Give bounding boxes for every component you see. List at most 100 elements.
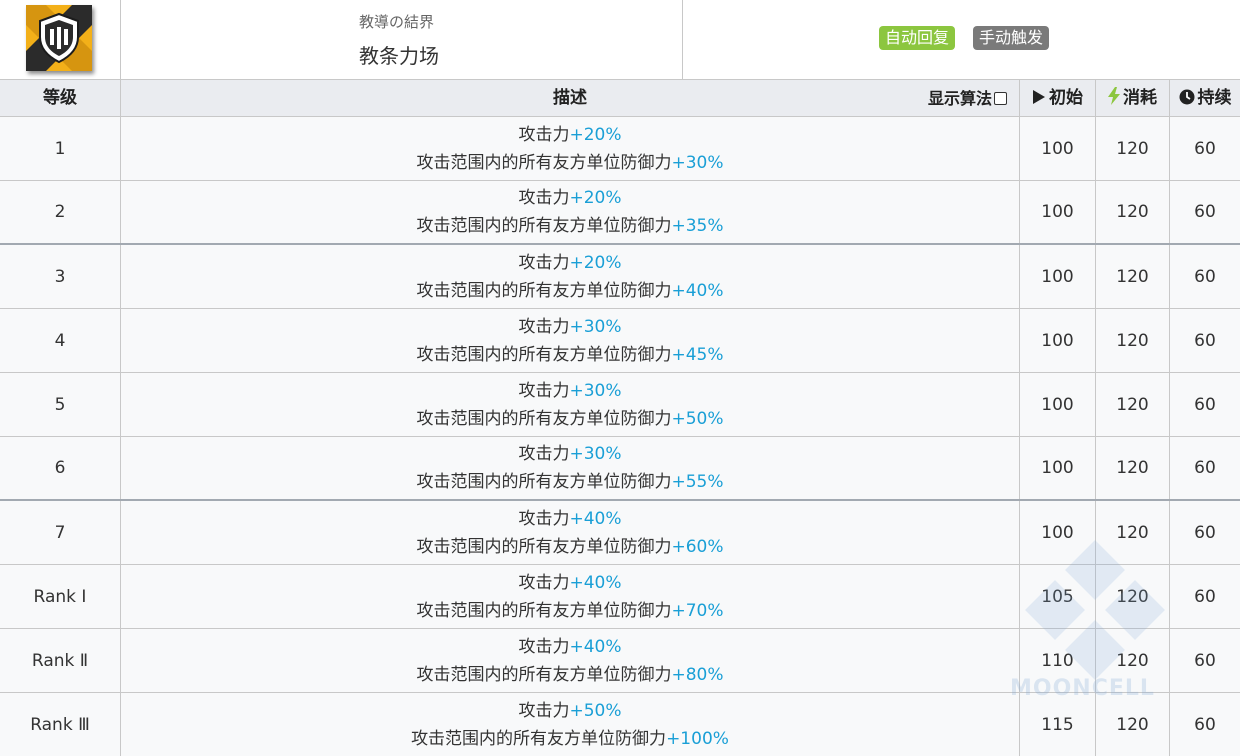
desc-cell: 攻击力+40% 攻击范围内的所有友方单位防御力+60% [121, 501, 1020, 564]
cost-cell: 120 [1096, 181, 1170, 243]
def-line: 攻击范围内的所有友方单位防御力+30% [416, 149, 723, 177]
table-row: Rank Ⅰ 攻击力+40% 攻击范围内的所有友方单位防御力+70% 105 1… [0, 565, 1240, 629]
duration-cell: 60 [1194, 394, 1216, 415]
duration-cell: 60 [1194, 714, 1216, 735]
duration-cell: 60 [1194, 138, 1216, 159]
def-value: +45% [671, 344, 724, 365]
header-desc: 描述 显示算法 [121, 80, 1020, 117]
atk-value: +50% [569, 700, 622, 721]
atk-line: 攻击力+50% [518, 697, 621, 725]
init-cell: 100 [1020, 501, 1096, 564]
duration-cell: 60 [1194, 522, 1216, 543]
desc-cell: 攻击力+40% 攻击范围内的所有友方单位防御力+80% [121, 629, 1020, 692]
level-cell: 2 [0, 181, 121, 243]
table-row: 7 攻击力+40% 攻击范围内的所有友方单位防御力+60% 100 120 60 [0, 501, 1240, 565]
cost-cell: 120 [1096, 693, 1170, 756]
atk-line: 攻击力+20% [518, 249, 621, 277]
atk-value: +30% [569, 444, 622, 464]
skill-name-cell: 教導の結界 教条力场 [121, 0, 683, 80]
formula-toggle-label: 显示算法 [927, 89, 992, 108]
init-cell: 105 [1020, 565, 1096, 628]
header-duration: 持续 [1170, 80, 1240, 117]
shield-skill-icon [26, 5, 92, 71]
def-label: 攻击范围内的所有友方单位防御力 [416, 152, 672, 173]
level-cell: 4 [0, 309, 121, 372]
atk-label: 攻击力 [518, 572, 570, 593]
level-cell: Rank Ⅰ [0, 565, 121, 628]
header-desc-label: 描述 [553, 88, 587, 108]
desc-cell: 攻击力+30% 攻击范围内的所有友方单位防御力+50% [121, 373, 1020, 436]
formula-toggle[interactable]: 显示算法 [928, 80, 1007, 117]
cost-cell: 120 [1096, 501, 1170, 564]
table-row: 5 攻击力+30% 攻击范围内的所有友方单位防御力+50% 100 120 60 [0, 373, 1240, 437]
atk-value: +20% [569, 188, 622, 208]
def-label: 攻击范围内的所有友方单位防御力 [416, 344, 672, 365]
atk-line: 攻击力+30% [518, 440, 621, 468]
def-line: 攻击范围内的所有友方单位防御力+100% [411, 725, 729, 753]
def-value: +80% [671, 664, 724, 685]
def-value: +60% [671, 536, 724, 557]
def-line: 攻击范围内的所有友方单位防御力+70% [416, 597, 723, 625]
desc-cell: 攻击力+20% 攻击范围内的所有友方单位防御力+40% [121, 245, 1020, 308]
header-duration-label: 持续 [1197, 88, 1232, 108]
def-label: 攻击范围内的所有友方单位防御力 [416, 408, 672, 429]
atk-line: 攻击力+30% [518, 313, 621, 341]
table-row: 4 攻击力+30% 攻击范围内的所有友方单位防御力+45% 100 120 60 [0, 309, 1240, 373]
watermark-text: MOONCELL [1010, 676, 1155, 701]
init-cell: 115 [1020, 693, 1096, 756]
atk-line: 攻击力+20% [518, 184, 621, 212]
def-label: 攻击范围内的所有友方单位防御力 [411, 728, 667, 749]
atk-label: 攻击力 [518, 252, 570, 273]
def-value: +55% [671, 472, 724, 492]
atk-label: 攻击力 [518, 316, 570, 337]
level-cell: 6 [0, 437, 121, 499]
cost-cell: 120 [1096, 565, 1170, 628]
atk-label: 攻击力 [518, 508, 570, 529]
def-line: 攻击范围内的所有友方单位防御力+45% [416, 341, 723, 369]
init-cell: 100 [1020, 245, 1096, 308]
desc-cell: 攻击力+20% 攻击范围内的所有友方单位防御力+35% [121, 181, 1020, 243]
header-cost: 消耗 [1096, 80, 1170, 117]
atk-value: +30% [569, 316, 622, 337]
skill-tags-cell: 自动回复 手动触发 [683, 0, 1240, 80]
def-label: 攻击范围内的所有友方单位防御力 [416, 472, 672, 492]
level-cell: 1 [0, 117, 121, 180]
init-cell: 100 [1020, 437, 1096, 499]
level-cell: 7 [0, 501, 121, 564]
cost-cell: 120 [1096, 437, 1170, 499]
cost-cell: 120 [1096, 245, 1170, 308]
table-row: 1 攻击力+20% 攻击范围内的所有友方单位防御力+30% 100 120 60 [0, 117, 1240, 181]
table-row: Rank Ⅲ 攻击力+50% 攻击范围内的所有友方单位防御力+100% 115 … [0, 693, 1240, 756]
level-cell: Rank Ⅲ [0, 693, 121, 756]
cost-cell: 120 [1096, 117, 1170, 180]
def-line: 攻击范围内的所有友方单位防御力+40% [416, 277, 723, 305]
atk-line: 攻击力+40% [518, 505, 621, 533]
desc-cell: 攻击力+40% 攻击范围内的所有友方单位防御力+70% [121, 565, 1020, 628]
def-label: 攻击范围内的所有友方单位防御力 [416, 664, 672, 685]
def-line: 攻击范围内的所有友方单位防御力+50% [416, 405, 723, 433]
atk-value: +30% [569, 380, 622, 401]
formula-checkbox[interactable] [994, 92, 1007, 105]
skill-icon-cell [0, 0, 121, 80]
header-cost-label: 消耗 [1123, 88, 1157, 108]
atk-label: 攻击力 [518, 444, 570, 464]
duration-cell: 60 [1194, 650, 1216, 671]
def-line: 攻击范围内的所有友方单位防御力+55% [416, 468, 723, 496]
desc-cell: 攻击力+20% 攻击范围内的所有友方单位防御力+30% [121, 117, 1020, 180]
atk-value: +40% [569, 636, 622, 657]
tag-auto-recovery: 自动回复 [879, 26, 956, 50]
def-value: +35% [671, 216, 724, 236]
def-value: +70% [671, 600, 724, 621]
init-cell: 100 [1020, 373, 1096, 436]
atk-label: 攻击力 [518, 636, 570, 657]
atk-value: +20% [569, 252, 622, 273]
init-cell: 100 [1020, 309, 1096, 372]
cost-cell: 120 [1096, 373, 1170, 436]
table-header: 等级 描述 显示算法 初始 消耗 持续 [0, 80, 1240, 117]
header-init: 初始 [1020, 80, 1096, 117]
atk-label: 攻击力 [518, 700, 570, 721]
level-cell: Rank Ⅱ [0, 629, 121, 692]
atk-line: 攻击力+40% [518, 633, 621, 661]
init-cell: 100 [1020, 181, 1096, 243]
play-icon [1033, 90, 1045, 104]
